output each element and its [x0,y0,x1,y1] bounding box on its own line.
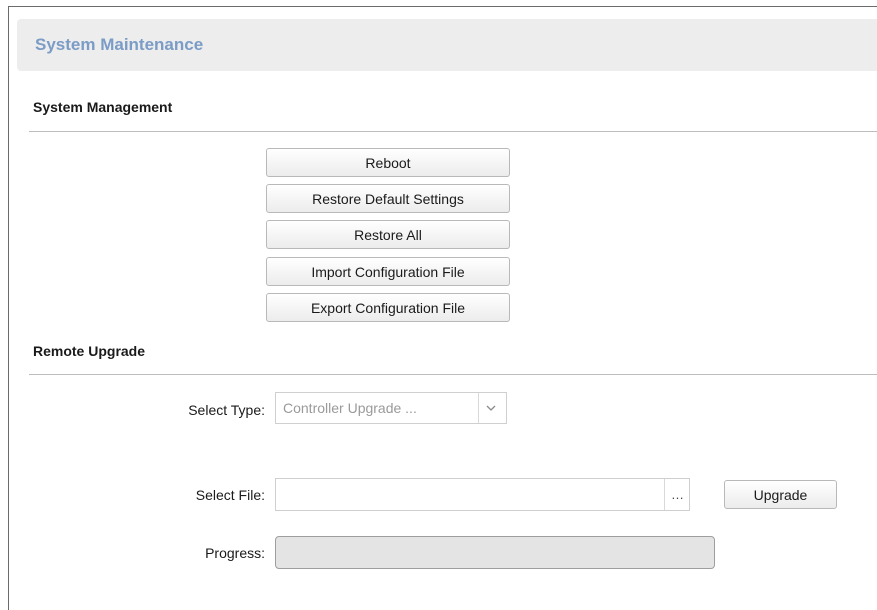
select-type-label: Select Type: [188,402,265,418]
dropdown-divider [478,393,479,423]
select-file-label: Select File: [195,487,265,503]
select-type-value: Controller Upgrade ... [283,400,417,416]
restore-all-button[interactable]: Restore All [266,220,510,249]
page-header: System Maintenance [17,19,877,71]
page-title: System Maintenance [35,35,204,54]
upgrade-progress-bar [275,536,715,569]
select-file-input[interactable] [275,478,690,511]
chevron-down-icon[interactable] [483,400,499,416]
import-configuration-file-button[interactable]: Import Configuration File [266,257,510,286]
reboot-button[interactable]: Reboot [266,148,510,177]
export-configuration-file-button[interactable]: Export Configuration File [266,293,510,322]
restore-default-settings-button[interactable]: Restore Default Settings [266,184,510,213]
select-type-dropdown[interactable]: Controller Upgrade ... [275,392,507,424]
section-divider [29,131,877,132]
browse-icon[interactable]: … [665,479,689,510]
section-title-remote-upgrade: Remote Upgrade [33,343,146,359]
progress-label: Progress: [205,545,265,561]
upgrade-button[interactable]: Upgrade [724,480,837,509]
main-panel: System Maintenance System Management Reb… [8,6,877,610]
section-title-system-management: System Management [33,99,173,115]
section-divider [29,374,877,375]
